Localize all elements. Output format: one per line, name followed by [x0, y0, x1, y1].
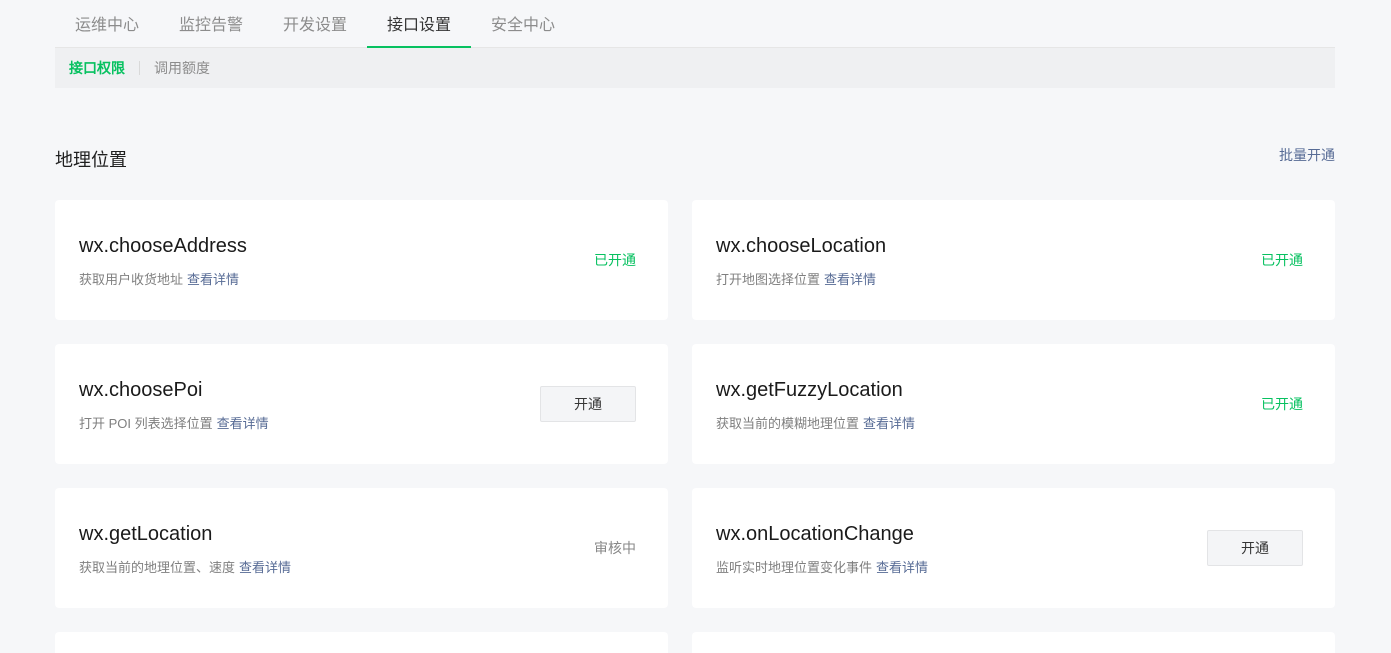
api-description-text: 监听实时地理位置变化事件	[716, 560, 873, 575]
api-card-partial	[55, 632, 668, 653]
status-badge: 已开通	[1261, 396, 1303, 412]
api-description-text: 打开地图选择位置	[716, 272, 821, 287]
api-card-choose-address: wx.chooseAddress 获取用户收货地址 查看详情 已开通	[55, 200, 668, 320]
view-details-link[interactable]: 查看详情	[863, 416, 915, 431]
tab-monitoring-alerts[interactable]: 监控告警	[159, 0, 263, 47]
view-details-link[interactable]: 查看详情	[217, 416, 269, 431]
view-details-link[interactable]: 查看详情	[187, 272, 239, 287]
api-name: wx.choosePoi	[79, 379, 203, 401]
view-details-link[interactable]: 查看详情	[876, 560, 928, 575]
subtab-api-permissions[interactable]: 接口权限	[69, 58, 125, 78]
sub-tab-bar: 接口权限 调用额度	[55, 48, 1335, 88]
api-card-choose-location: wx.chooseLocation 打开地图选择位置 查看详情 已开通	[692, 200, 1335, 320]
subtab-divider	[139, 61, 140, 75]
batch-enable-link[interactable]: 批量开通	[1279, 145, 1335, 165]
api-card-on-location-change: wx.onLocationChange 监听实时地理位置变化事件 查看详情 开通	[692, 488, 1335, 608]
tab-security-center[interactable]: 安全中心	[471, 0, 575, 47]
api-description: 打开地图选择位置 查看详情	[716, 270, 876, 290]
top-tab-bar: 运维中心 监控告警 开发设置 接口设置 安全中心	[55, 0, 1335, 48]
tab-label: 运维中心	[74, 17, 139, 34]
enable-button[interactable]: 开通	[540, 386, 636, 422]
api-description: 打开 POI 列表选择位置 查看详情	[79, 414, 269, 434]
api-name: wx.chooseLocation	[716, 235, 887, 257]
enable-button[interactable]: 开通	[1207, 530, 1303, 566]
tab-ops-center[interactable]: 运维中心	[55, 0, 159, 47]
api-card-choose-poi: wx.choosePoi 打开 POI 列表选择位置 查看详情 开通	[55, 344, 668, 464]
api-description-text: 打开 POI 列表选择位置	[79, 416, 213, 431]
tab-label: 开发设置	[282, 17, 347, 34]
api-card-get-location: wx.getLocation 获取当前的地理位置、速度 查看详情 审核中	[55, 488, 668, 608]
status-badge: 已开通	[1261, 252, 1303, 268]
api-description-text: 获取用户收货地址	[79, 272, 184, 287]
api-name: wx.onLocationChange	[716, 523, 914, 545]
api-description: 获取用户收货地址 查看详情	[79, 270, 239, 290]
api-description-text: 获取当前的地理位置、速度	[79, 560, 236, 575]
api-description: 监听实时地理位置变化事件 查看详情	[716, 558, 928, 578]
status-badge: 审核中	[594, 540, 636, 556]
api-card-grid: wx.chooseAddress 获取用户收货地址 查看详情 已开通 wx.cho…	[55, 200, 1335, 653]
section-title: 地理位置	[55, 150, 127, 170]
tab-dev-settings[interactable]: 开发设置	[263, 0, 367, 47]
status-badge: 已开通	[594, 252, 636, 268]
tab-label: 接口设置	[386, 17, 451, 34]
tab-api-settings[interactable]: 接口设置	[367, 0, 471, 48]
view-details-link[interactable]: 查看详情	[824, 272, 876, 287]
view-details-link[interactable]: 查看详情	[239, 560, 291, 575]
subtab-call-quota[interactable]: 调用额度	[154, 58, 210, 78]
tab-label: 安全中心	[490, 17, 555, 34]
api-name: wx.getLocation	[79, 523, 213, 545]
api-description-text: 获取当前的模糊地理位置	[716, 416, 860, 431]
api-card-partial	[692, 632, 1335, 653]
api-card-get-fuzzy-location: wx.getFuzzyLocation 获取当前的模糊地理位置 查看详情 已开通	[692, 344, 1335, 464]
api-name: wx.chooseAddress	[79, 235, 247, 257]
api-description: 获取当前的地理位置、速度 查看详情	[79, 558, 291, 578]
tab-label: 监控告警	[178, 17, 243, 34]
api-name: wx.getFuzzyLocation	[716, 379, 903, 401]
api-description: 获取当前的模糊地理位置 查看详情	[716, 414, 915, 434]
